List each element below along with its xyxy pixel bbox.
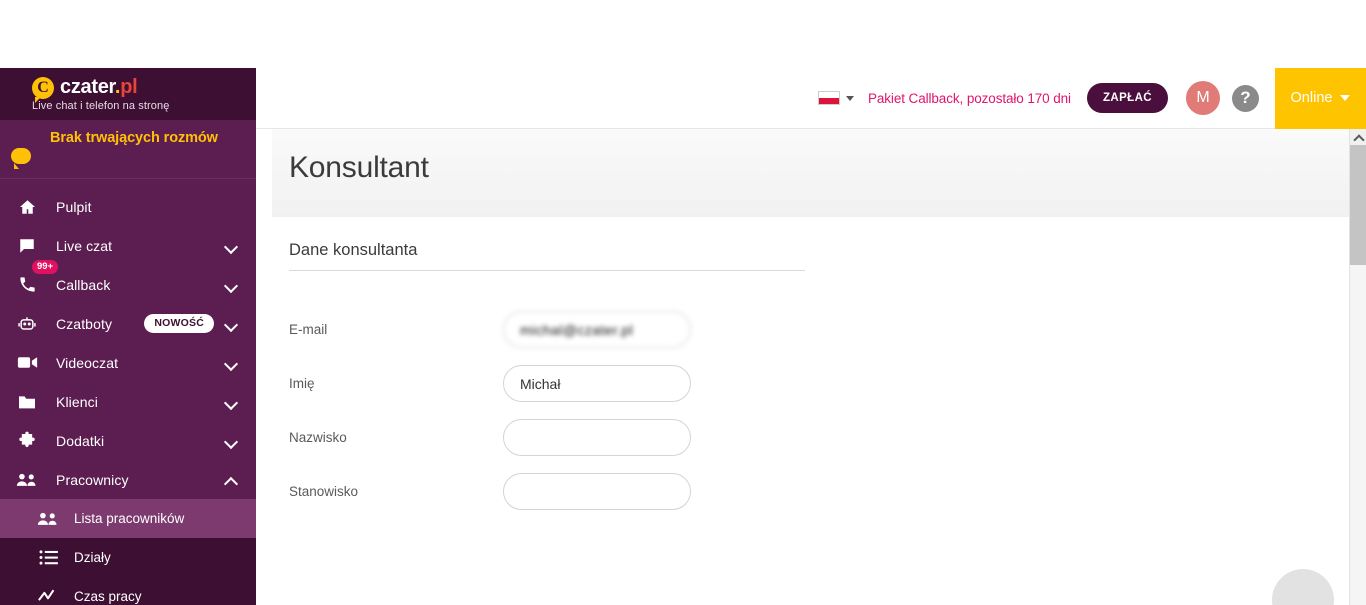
sidebar-item-lista-pracownikow[interactable]: Lista pracowników — [0, 499, 256, 538]
brand-name: czater.pl — [60, 76, 138, 99]
people-icon — [36, 512, 60, 526]
brand-logo[interactable]: C czater.pl Live chat i telefon na stron… — [0, 68, 256, 120]
first-name-field[interactable] — [503, 365, 691, 402]
chevron-down-icon[interactable] — [224, 356, 238, 370]
sidebar-item-live-czat[interactable]: 99+ Live czat — [0, 226, 256, 274]
home-icon — [14, 198, 40, 216]
email-field[interactable] — [503, 311, 691, 348]
sidebar-nav: Pulpit 99+ Live czat Callback Czatboty N… — [0, 179, 256, 605]
chat-icon: 99+ — [14, 237, 59, 274]
sidebar-item-videoczat[interactable]: Videoczat — [0, 343, 256, 382]
sidebar-item-czatboty[interactable]: Czatboty NOWOŚĆ — [0, 304, 256, 343]
chevron-up-icon[interactable] — [224, 473, 238, 487]
puzzle-icon — [14, 431, 40, 451]
page-scrollbar-thumb[interactable] — [1350, 145, 1366, 265]
phone-icon — [14, 275, 40, 294]
sidebar-item-label: Klienci — [56, 393, 98, 410]
online-status-dropdown[interactable]: Online — [1275, 67, 1366, 129]
sidebar-item-label: Pracownicy — [56, 471, 129, 488]
field-label: E-mail — [289, 322, 328, 337]
scroll-up-arrow-icon[interactable] — [1350, 129, 1366, 145]
sidebar-item-label: Czatboty — [56, 315, 113, 332]
brand-tagline: Live chat i telefon na stronę — [32, 100, 170, 112]
section-divider — [289, 270, 805, 271]
chevron-down-icon[interactable] — [224, 395, 238, 409]
sidebar-item-label: Pulpit — [56, 198, 92, 215]
folder-icon — [14, 394, 40, 410]
sidebar-item-pulpit[interactable]: Pulpit — [0, 187, 256, 226]
position-field[interactable] — [503, 473, 691, 510]
sidebar-subitem-label: Lista pracowników — [74, 511, 185, 526]
chat-bubble-icon — [11, 148, 31, 169]
people-icon — [14, 473, 40, 487]
sidebar-subitem-label: Działy — [74, 550, 111, 565]
sidebar-item-label: Live czat — [56, 237, 113, 254]
chevron-down-icon[interactable] — [224, 239, 238, 253]
help-icon[interactable]: ? — [1232, 84, 1259, 112]
robot-icon — [14, 314, 40, 334]
chevron-down-icon[interactable] — [224, 278, 238, 292]
chevron-down-icon[interactable] — [224, 434, 238, 448]
sidebar-item-klienci[interactable]: Klienci — [0, 382, 256, 421]
sidebar-item-label: Videoczat — [56, 354, 119, 371]
chevron-down-icon — [1340, 95, 1351, 101]
sidebar-submenu-pracownicy: Lista pracowników Działy Czas pracy — [0, 499, 256, 605]
sidebar-item-dzialy[interactable]: Działy — [0, 538, 256, 577]
language-dropdown-caret-icon[interactable] — [845, 95, 854, 101]
list-icon — [36, 550, 60, 565]
field-label: Stanowisko — [289, 484, 359, 499]
sidebar-item-label: Dodatki — [56, 432, 105, 449]
field-label: Nazwisko — [289, 430, 347, 445]
page-scrollbar[interactable] — [1349, 129, 1366, 605]
chevron-down-icon[interactable] — [224, 317, 238, 331]
sidebar: C czater.pl Live chat i telefon na stron… — [0, 68, 256, 605]
consultant-form: Dane konsultanta E-mail Imię Nazwisko St… — [272, 217, 1350, 605]
section-title: Dane konsultanta — [289, 241, 418, 259]
new-badge: NOWOŚĆ — [144, 314, 214, 333]
sidebar-item-label: Callback — [56, 276, 111, 293]
avatar[interactable]: M — [1186, 81, 1220, 115]
package-status-text: Pakiet Callback, pozostało 170 dni — [867, 90, 1071, 106]
application-window: C czater.pl Live chat i telefon na stron… — [0, 0, 1366, 605]
sidebar-subitem-label: Czas pracy — [74, 589, 142, 604]
online-status-label: Online — [1290, 90, 1333, 106]
conversation-status: Brak trwających rozmów — [0, 120, 256, 178]
chart-icon — [36, 589, 60, 604]
sidebar-item-callback[interactable]: Callback — [0, 265, 256, 304]
video-icon — [14, 355, 40, 370]
brand-name-tld: pl — [120, 76, 138, 98]
sidebar-item-pracownicy[interactable]: Pracownicy — [0, 460, 256, 499]
page-header-band: Konsultant — [272, 129, 1350, 217]
field-label: Imię — [289, 376, 315, 391]
top-header-bar: Pakiet Callback, pozostało 170 dni ZAPŁA… — [256, 67, 1366, 129]
conversation-status-text: Brak trwających rozmów — [50, 130, 218, 146]
last-name-field[interactable] — [503, 419, 691, 456]
sidebar-item-dodatki[interactable]: Dodatki — [0, 421, 256, 460]
brand-name-main: czater — [60, 76, 115, 98]
czater-logo-icon: C — [32, 76, 54, 103]
sidebar-item-czas-pracy[interactable]: Czas pracy — [0, 577, 256, 605]
main-content: Konsultant Dane konsultanta E-mail Imię … — [256, 129, 1366, 605]
pl-flag-icon[interactable] — [817, 91, 840, 105]
pay-button[interactable]: ZAPŁAĆ — [1086, 83, 1168, 113]
page-title: Konsultant — [289, 151, 429, 184]
